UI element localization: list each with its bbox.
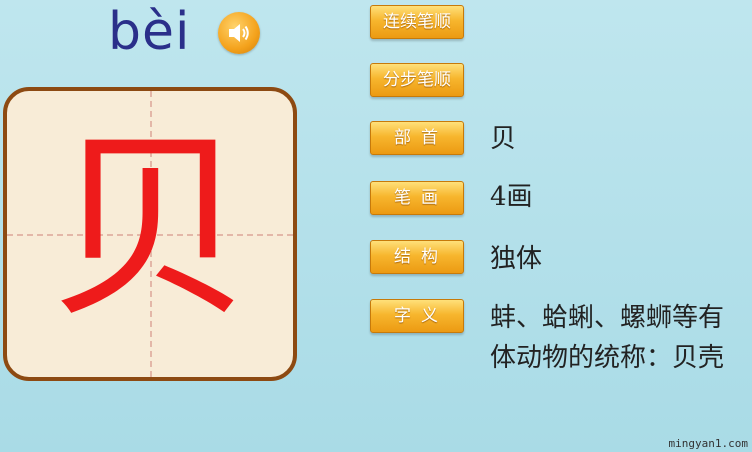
speaker-icon [229,24,249,42]
watermark-text: mingyan1.com [668,437,748,450]
stroke-count-value: 4画 [490,182,533,212]
continuous-stroke-order-button[interactable]: 连续笔顺 [370,5,464,39]
radical-value: 贝 [490,124,517,154]
meaning-text: 蚌、蛤蜊、螺蛳等有 体动物的统称：贝壳 [490,298,752,378]
radical-label: 部首 [370,121,464,155]
character-card: 贝 [3,87,297,381]
speaker-button[interactable] [218,12,260,54]
pinyin-text: bèi [108,2,191,62]
main-character: 贝 [49,112,250,345]
structure-label: 结构 [370,240,464,274]
stroke-count-label: 笔画 [370,181,464,215]
structure-value: 独体 [490,244,543,274]
meaning-label: 字义 [370,299,464,333]
meaning-line-2: 体动物的统称：贝壳 [490,343,725,373]
step-stroke-order-button[interactable]: 分步笔顺 [370,63,464,97]
meaning-line-1: 蚌、蛤蜊、螺蛳等有 [490,303,725,333]
